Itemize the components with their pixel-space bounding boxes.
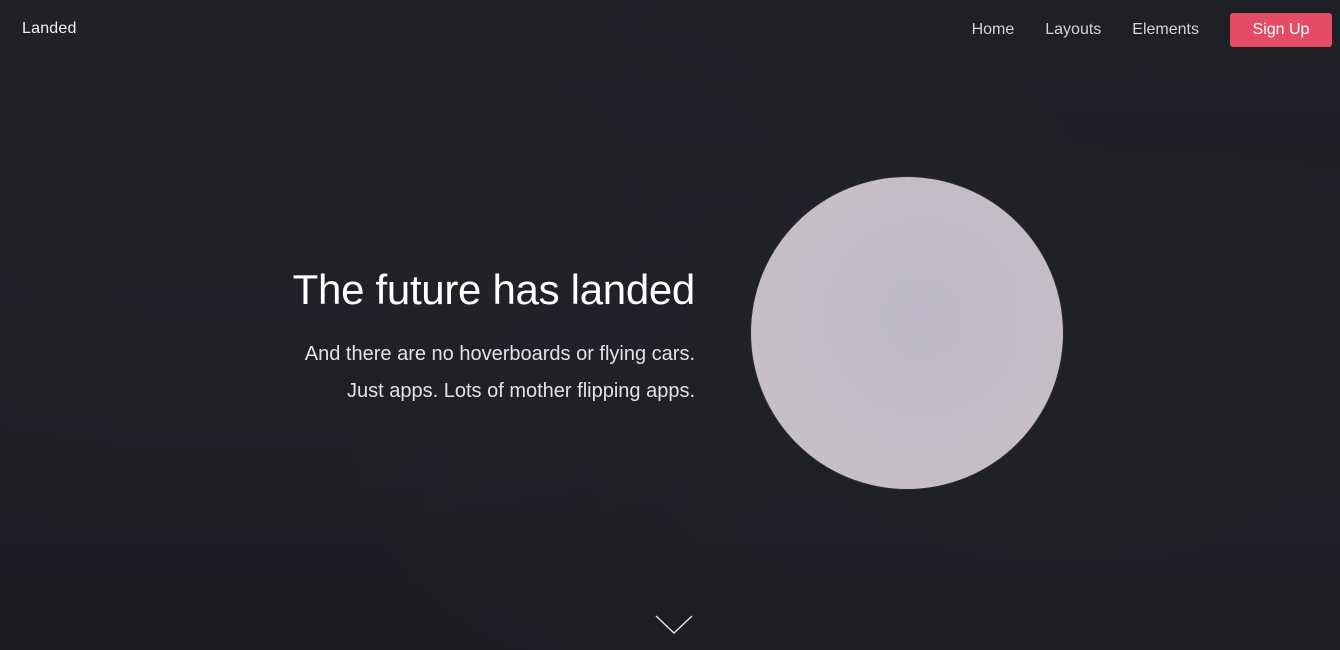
nav-layouts-link[interactable]: Layouts — [1045, 13, 1101, 47]
sign-up-button[interactable]: Sign Up — [1230, 13, 1332, 47]
hero-text-block: The future has landed And there are no h… — [200, 262, 696, 410]
hero-subtitle-line-2: Just apps. Lots of mother flipping apps. — [347, 380, 695, 402]
hero-circle-image — [751, 177, 1063, 489]
hero-subtitle: And there are no hoverboards or flying c… — [200, 336, 695, 410]
main-nav: Home Layouts Elements Sign Up — [972, 13, 1332, 47]
nav-home-link[interactable]: Home — [972, 13, 1015, 47]
site-header: Landed Home Layouts Elements Sign Up — [0, 0, 1340, 60]
brand-logo[interactable]: Landed — [22, 20, 77, 38]
hero-title: The future has landed — [292, 266, 696, 313]
nav-elements-link[interactable]: Elements — [1132, 13, 1199, 47]
hero-subtitle-line-1: And there are no hoverboards or flying c… — [304, 343, 695, 365]
chevron-down-icon-svg — [655, 615, 693, 634]
chevron-down-icon[interactable] — [655, 612, 693, 636]
